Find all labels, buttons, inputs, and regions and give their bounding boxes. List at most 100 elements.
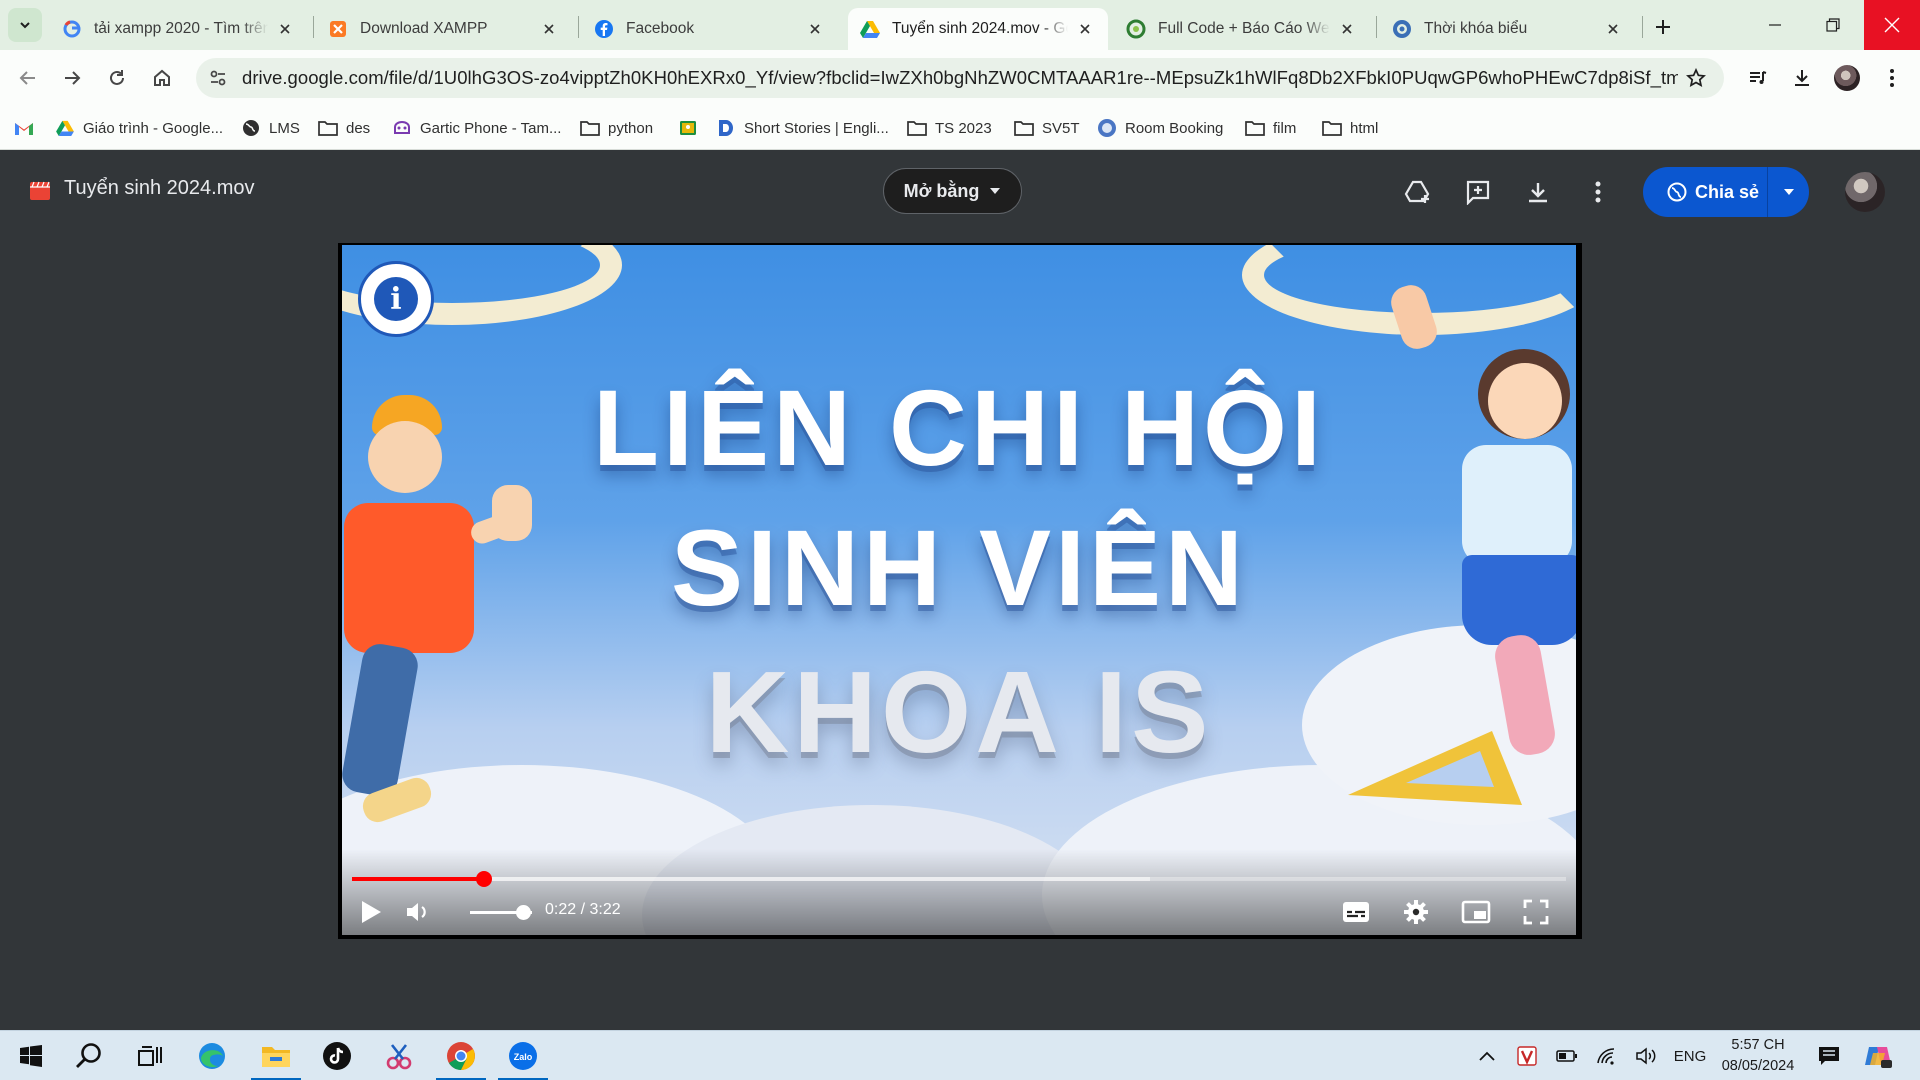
bookmark-star-icon[interactable] [1678, 60, 1714, 96]
taskbar-tiktok[interactable] [308, 1031, 366, 1080]
chevron-down-icon [20, 22, 30, 29]
media-controls-button[interactable] [1740, 60, 1776, 96]
bookmark-classroom[interactable] [678, 116, 706, 140]
close-tab-icon[interactable] [1336, 18, 1358, 40]
fullscreen-button[interactable] [1519, 895, 1553, 929]
tab-search-button[interactable] [8, 8, 42, 42]
bookmark-gartic[interactable]: Gartic Phone - Tam... [392, 116, 561, 140]
tab-thoi-khoa-bieu[interactable]: Thời khóa biểu [1380, 8, 1636, 50]
close-tab-icon[interactable] [538, 18, 560, 40]
video-player[interactable]: i LIÊN CHI HỘI SINH VIÊN KHOA IS 0:22 / … [338, 243, 1582, 939]
seek-bar[interactable] [352, 871, 1566, 887]
browser-toolbar: drive.google.com/file/d/1U0lhG3OS-zo4vip… [0, 50, 1920, 106]
share-button[interactable]: Chia sẻ [1643, 167, 1767, 217]
restore-button[interactable] [1810, 0, 1856, 50]
classroom-icon [678, 118, 698, 138]
task-view-button[interactable] [121, 1031, 179, 1080]
tray-app[interactable] [1512, 1031, 1542, 1080]
reload-button[interactable] [99, 60, 135, 96]
play-button[interactable] [354, 895, 388, 929]
copilot-button[interactable] [1858, 1031, 1898, 1080]
miniplayer-icon [1461, 900, 1491, 924]
account-avatar[interactable] [1845, 172, 1885, 212]
close-window-button[interactable] [1864, 0, 1920, 50]
tab-download-xampp[interactable]: Download XAMPP [316, 8, 572, 50]
tab-google-search[interactable]: tải xampp 2020 - Tìm trên Google [50, 8, 308, 50]
taskbar-file-explorer[interactable] [247, 1031, 305, 1080]
subtitles-button[interactable] [1339, 895, 1373, 929]
battery-indicator[interactable] [1552, 1031, 1582, 1080]
taskbar-edge[interactable] [183, 1031, 241, 1080]
download-icon [1529, 183, 1547, 203]
bookmark-film[interactable]: film [1245, 116, 1296, 140]
share-dropdown-button[interactable] [1768, 188, 1809, 196]
new-tab-button[interactable] [1648, 12, 1678, 42]
close-tab-icon[interactable] [804, 18, 826, 40]
volume-indicator[interactable] [1632, 1031, 1662, 1080]
bookmark-sv5t[interactable]: SV5T [1014, 116, 1080, 140]
site-info-icon[interactable] [200, 60, 236, 96]
bookmark-des[interactable]: des [318, 116, 370, 140]
tab-separator [578, 16, 579, 38]
bookmark-giao-trinh[interactable]: Giáo trình - Google... [55, 116, 223, 140]
volume-icon [407, 903, 426, 921]
network-indicator[interactable] [1592, 1031, 1622, 1080]
close-tab-icon[interactable] [274, 18, 296, 40]
url-text[interactable]: drive.google.com/file/d/1U0lhG3OS-zo4vip… [236, 67, 1678, 89]
mute-button[interactable] [401, 895, 435, 929]
tab-separator [313, 16, 314, 38]
facebook-icon [594, 19, 614, 39]
share-button-group: Chia sẻ [1643, 167, 1809, 217]
google-drive-icon [860, 19, 880, 39]
profile-avatar[interactable] [1829, 60, 1865, 96]
time-display: 0:22 / 3:22 [545, 901, 621, 918]
start-button[interactable] [2, 1031, 60, 1080]
volume-slider[interactable] [470, 905, 532, 920]
chrome-menu-button[interactable] [1874, 60, 1910, 96]
downloads-button[interactable] [1784, 60, 1820, 96]
download-file-button[interactable] [1521, 175, 1555, 209]
volume-slider-handle[interactable] [515, 905, 531, 920]
taskbar-zalo[interactable]: Zalo [494, 1031, 552, 1080]
bookmark-room-booking[interactable]: Room Booking [1097, 116, 1223, 140]
bookmark-html[interactable]: html [1322, 116, 1378, 140]
bookmark-python[interactable]: python [580, 116, 653, 140]
clock-time: 5:57 CH [1731, 1037, 1785, 1053]
open-with-button[interactable]: Mở bằng [883, 168, 1022, 214]
miniplayer-button[interactable] [1459, 895, 1493, 929]
close-tab-icon[interactable] [1602, 18, 1624, 40]
show-hidden-icons-button[interactable] [1472, 1031, 1502, 1080]
add-comment-button[interactable] [1461, 175, 1495, 209]
bookmark-ts-2023[interactable]: TS 2023 [907, 116, 992, 140]
input-language[interactable]: ENG [1668, 1031, 1712, 1080]
bookmark-gmail[interactable] [14, 116, 42, 140]
bookmark-short-stories[interactable]: Short Stories | Engli... [716, 116, 889, 140]
taskbar-search[interactable] [60, 1031, 118, 1080]
tab-google-drive-active[interactable]: Tuyển sinh 2024.mov - Google Drive [848, 8, 1108, 50]
tab-full-code[interactable]: Full Code + Báo Cáo Website [1114, 8, 1370, 50]
seek-bar-handle[interactable] [476, 871, 493, 887]
close-tab-icon[interactable] [1074, 18, 1096, 40]
back-button[interactable] [10, 60, 46, 96]
minimize-button[interactable] [1752, 0, 1798, 50]
bookmark-label: des [346, 119, 371, 137]
notifications-button[interactable] [1812, 1031, 1846, 1080]
bookmark-lms[interactable]: LMS [241, 116, 300, 140]
wifi-icon [1597, 1048, 1615, 1065]
taskbar-snipping-tool[interactable] [370, 1031, 428, 1080]
bookmark-label: html [1350, 119, 1379, 137]
tab-facebook[interactable]: Facebook [582, 8, 838, 50]
video-controls: 0:22 / 3:22 [338, 849, 1582, 939]
folder-icon [907, 118, 927, 138]
globe-icon [1097, 118, 1117, 138]
taskbar-chrome[interactable] [432, 1031, 490, 1080]
bookmark-label: Room Booking [1125, 119, 1224, 137]
settings-button[interactable] [1399, 895, 1433, 929]
address-bar[interactable]: drive.google.com/file/d/1U0lhG3OS-zo4vip… [196, 58, 1724, 98]
forward-button[interactable] [54, 60, 90, 96]
more-actions-button[interactable] [1581, 175, 1615, 209]
system-clock[interactable]: 5:57 CH 08/05/2024 [1712, 1035, 1804, 1077]
add-shortcut-button[interactable] [1401, 175, 1435, 209]
reload-icon [110, 70, 124, 85]
home-button[interactable] [144, 60, 180, 96]
